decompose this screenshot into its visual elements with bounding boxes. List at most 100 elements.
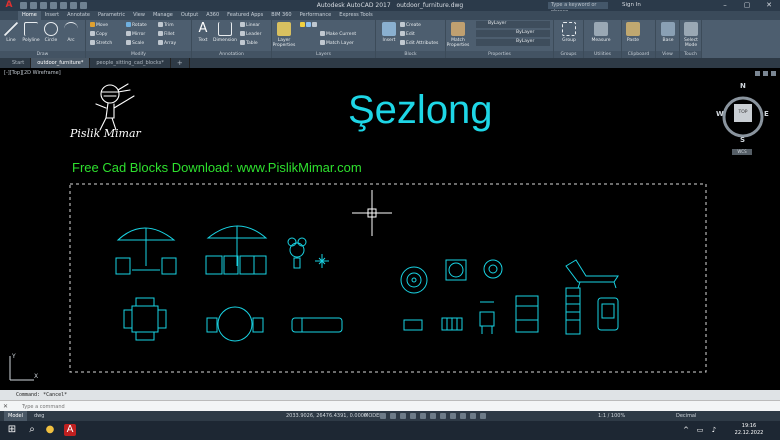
base-button[interactable]: Base: [657, 21, 679, 43]
ladder-lounger-block[interactable]: [565, 287, 581, 335]
close-button[interactable]: ✕: [758, 0, 780, 11]
model-tab[interactable]: Model: [4, 411, 28, 421]
ribbon-tab-bim360[interactable]: BIM 360: [267, 11, 295, 20]
color-select[interactable]: ByLayer: [476, 21, 550, 28]
viewcube-south[interactable]: S: [740, 136, 745, 144]
trim-button[interactable]: Trim: [158, 22, 174, 29]
measure-button[interactable]: Measure: [590, 21, 612, 43]
edit-attributes-button[interactable]: Edit Attributes: [400, 40, 438, 47]
search-icon[interactable]: ⌕: [26, 424, 38, 436]
select-mode-button[interactable]: Select Mode: [680, 21, 702, 48]
ribbon-tab-annotate[interactable]: Annotate: [63, 11, 94, 20]
linear-button[interactable]: Linear: [240, 22, 260, 29]
command-input[interactable]: [22, 403, 322, 410]
viewport-close-icon[interactable]: [771, 71, 776, 76]
move-button[interactable]: Move: [90, 22, 108, 29]
units-select[interactable]: Decimal: [676, 411, 696, 421]
windows-start-icon[interactable]: ⊞: [6, 424, 18, 436]
selection-cycling-icon[interactable]: [460, 413, 466, 419]
edit-block-button[interactable]: Edit: [400, 31, 415, 38]
grill-block[interactable]: [479, 301, 495, 334]
annotation-scale-icon[interactable]: [480, 413, 486, 419]
umbrella-table-block-1[interactable]: [115, 227, 177, 275]
bench-block[interactable]: [441, 317, 463, 331]
viewcube[interactable]: N S E W TOP WCS: [716, 82, 772, 160]
ribbon-tab-parametric[interactable]: Parametric: [94, 11, 129, 20]
layout-tab[interactable]: dwg: [30, 411, 48, 421]
arc-button[interactable]: Arc: [60, 21, 82, 43]
paste-button[interactable]: Paste: [622, 21, 644, 43]
array-button[interactable]: Array: [158, 40, 176, 47]
ribbon-tab-view[interactable]: View: [129, 11, 149, 20]
viewport-restore-icon[interactable]: [763, 71, 768, 76]
isodraft-icon[interactable]: [420, 413, 426, 419]
network-icon[interactable]: ▭: [694, 424, 706, 436]
annotation-scale[interactable]: 1:1 / 100%: [598, 411, 625, 421]
viewcube-west[interactable]: W: [716, 110, 724, 118]
search-input[interactable]: Type a keyword or phrase: [548, 2, 608, 15]
viewcube-east[interactable]: E: [764, 110, 769, 118]
ortho-icon[interactable]: [400, 413, 406, 419]
doc-tab-outdoor-furniture[interactable]: outdoor_furniture*: [31, 58, 91, 68]
volume-icon[interactable]: ♪: [708, 424, 720, 436]
doc-tab-start[interactable]: Start: [6, 58, 32, 68]
ribbon-tab-performance[interactable]: Performance: [296, 11, 336, 20]
leader-button[interactable]: Leader: [240, 31, 261, 38]
ribbon-tab-express-tools[interactable]: Express Tools: [335, 11, 376, 20]
autocad-taskbar-icon[interactable]: A: [64, 424, 76, 436]
armchair-block[interactable]: [597, 297, 619, 331]
create-block-button[interactable]: Create: [400, 22, 421, 29]
ribbon-tab-insert[interactable]: Insert: [41, 11, 63, 20]
rotate-button[interactable]: Rotate: [126, 22, 147, 29]
circle-button[interactable]: Circle: [40, 21, 62, 43]
minimize-button[interactable]: –: [714, 0, 736, 11]
layer-state-icons[interactable]: [300, 22, 318, 29]
plant-plan-block[interactable]: [315, 254, 329, 268]
round-table-plan-block[interactable]: [206, 306, 264, 342]
copy-button[interactable]: Copy: [90, 31, 107, 38]
match-properties-button[interactable]: Match Properties: [446, 21, 470, 48]
square-planter-block[interactable]: [445, 259, 467, 281]
stretch-button[interactable]: Stretch: [90, 40, 112, 47]
barbecue-block[interactable]: [515, 295, 539, 333]
lounger-plan-block[interactable]: [291, 317, 343, 333]
viewport-controls[interactable]: [-][Top][2D Wireframe]: [4, 70, 61, 76]
object-snap-icon[interactable]: [430, 413, 436, 419]
fillet-button[interactable]: Fillet: [158, 31, 175, 38]
annotation-visibility-icon[interactable]: [470, 413, 476, 419]
grid-icon[interactable]: [380, 413, 386, 419]
chrome-icon[interactable]: ●: [44, 424, 56, 436]
text-button[interactable]: A Text: [192, 21, 214, 44]
sign-in-button[interactable]: Sign In: [622, 0, 641, 11]
viewcube-top-face[interactable]: TOP: [734, 104, 752, 122]
lineweight-icon[interactable]: [440, 413, 446, 419]
polyline-button[interactable]: Polyline: [20, 21, 42, 43]
tray-arrow-icon[interactable]: ^: [680, 424, 692, 436]
square-table-plan-block[interactable]: [123, 297, 167, 341]
doc-tab-people-sitting[interactable]: people_sitting_cad_blocks*: [90, 58, 171, 68]
viewport-minimize-icon[interactable]: [755, 71, 760, 76]
close-command-line-icon[interactable]: ✕: [3, 403, 8, 410]
wcs-menu[interactable]: WCS: [732, 149, 752, 155]
dimension-button[interactable]: Dimension: [212, 21, 238, 43]
snap-icon[interactable]: [390, 413, 396, 419]
ribbon-tab-manage[interactable]: Manage: [149, 11, 177, 20]
table-button[interactable]: Table: [240, 40, 258, 47]
make-current-button[interactable]: Make Current: [320, 31, 356, 38]
linetype-select[interactable]: ByLayer: [476, 30, 550, 37]
round-planter-block[interactable]: [483, 259, 503, 279]
line-button[interactable]: Line: [0, 21, 22, 43]
polar-icon[interactable]: [410, 413, 416, 419]
potted-plant-block[interactable]: [287, 237, 307, 269]
sun-lounger-side-block[interactable]: [565, 259, 619, 289]
scale-button[interactable]: Scale: [126, 40, 144, 47]
ribbon-tab-featured-apps[interactable]: Featured Apps: [223, 11, 267, 20]
new-tab-button[interactable]: +: [171, 58, 190, 68]
transparency-icon[interactable]: [450, 413, 456, 419]
ribbon-tab-a360[interactable]: A360: [202, 11, 223, 20]
mirror-button[interactable]: Mirror: [126, 31, 145, 38]
lineweight-select[interactable]: ByLayer: [476, 39, 550, 46]
layer-properties-button[interactable]: Layer Properties: [272, 21, 296, 48]
maximize-button[interactable]: ▢: [736, 0, 758, 11]
ribbon-tab-output[interactable]: Output: [177, 11, 202, 20]
